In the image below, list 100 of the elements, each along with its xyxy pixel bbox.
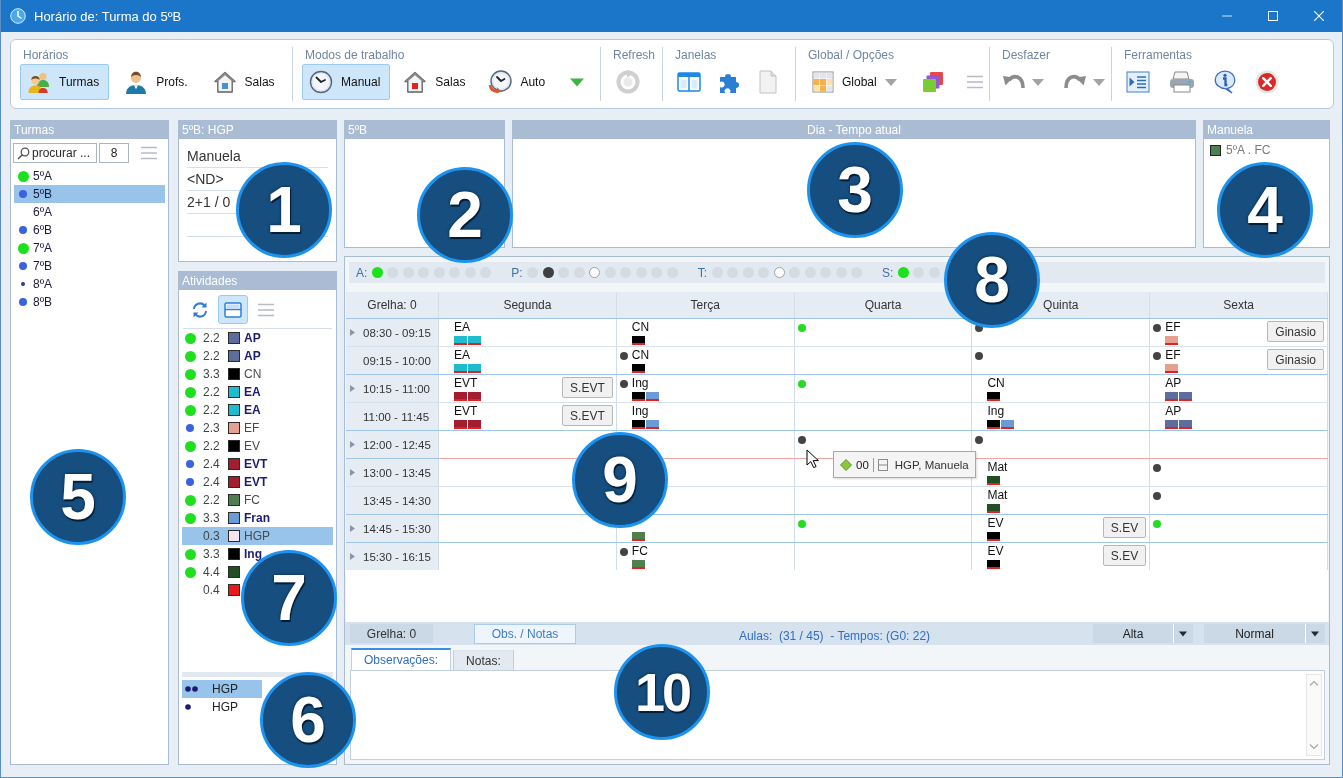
activity-name: AP <box>244 349 261 363</box>
class-list-item[interactable]: 7ºB <box>14 257 165 275</box>
auto-mode-button[interactable]: Auto <box>481 64 556 100</box>
rooms-mode-button[interactable]: Salas <box>396 64 476 100</box>
teachers-button[interactable]: Profs. <box>117 64 198 100</box>
scrollbar[interactable] <box>1306 674 1322 756</box>
class-list-item[interactable]: 8ºA <box>14 275 165 293</box>
activity-row[interactable]: 0.3 HGP <box>182 527 333 545</box>
time-label: 08:30 - 09:15 <box>363 326 431 339</box>
lesson-text: 5ºA . FC <box>1226 143 1271 157</box>
count-field[interactable]: 8 <box>99 143 129 163</box>
activity-row[interactable]: 2.2 FC <box>182 491 260 509</box>
activity-hours: 3.3 <box>203 367 221 381</box>
refresh-icon <box>615 69 641 95</box>
panel-view-button[interactable] <box>218 295 248 324</box>
dropdown[interactable]: Normal <box>1204 624 1325 643</box>
search-icon <box>17 146 30 160</box>
time-label: 15:30 - 16:15 <box>363 550 431 563</box>
activity-name: EA <box>244 403 261 417</box>
classes-button[interactable]: Turmas <box>20 64 110 100</box>
notes-tab[interactable]: Observações: <box>351 648 452 670</box>
occupancy-label: T: <box>697 265 708 280</box>
room-button[interactable]: S.EV <box>1102 545 1147 566</box>
room-button[interactable]: S.EV <box>1102 517 1147 538</box>
room-button[interactable]: Ginasio <box>1267 321 1324 342</box>
activity-name: EVT <box>244 475 268 489</box>
activity-row[interactable]: 2.4 EVT <box>182 455 268 473</box>
minimize-icon <box>1222 15 1232 17</box>
search-field[interactable]: procurar ... <box>13 143 97 163</box>
activity-name: EA <box>244 385 261 399</box>
activity-hours: 4.4 <box>203 565 221 579</box>
subject-label: EF <box>1165 321 1181 334</box>
activity-row[interactable]: 3.3 CN <box>182 365 262 383</box>
menu-icon[interactable] <box>140 146 158 160</box>
row-marker-icon <box>350 525 355 532</box>
notes-field[interactable] <box>350 670 1325 760</box>
occupancy-label: S: <box>882 265 894 280</box>
class-list-item[interactable]: 7ºA <box>14 239 165 257</box>
class-list-item[interactable]: 5ºA <box>14 167 165 185</box>
callout-badge: 4 <box>1217 162 1313 258</box>
activity-row[interactable]: 2.2 AP <box>182 329 261 347</box>
class-list-item[interactable]: 6ºA <box>14 203 165 221</box>
time-label: 09:15 - 10:00 <box>363 354 431 367</box>
activity-row[interactable]: 2.2 EA <box>182 383 261 401</box>
window-panes-icon <box>677 71 701 93</box>
panel-header: 5ºB <box>345 121 504 139</box>
info-text: 2+1 / 0 <box>187 194 231 210</box>
activity-row[interactable]: 2.4 EVT <box>182 473 268 491</box>
class-list-item[interactable]: 6ºB <box>14 221 165 239</box>
notes-button[interactable]: Obs. / Notas <box>474 623 576 644</box>
class-list-item[interactable]: 8ºB <box>14 293 165 311</box>
caret-icon <box>1092 78 1105 86</box>
group-title: Refresh <box>612 47 656 63</box>
subject-label: EV <box>987 517 1004 530</box>
grid-label: Grelha: 0 <box>367 298 417 312</box>
room-button[interactable]: S.EVT <box>562 377 613 398</box>
time-label: 12:00 - 12:45 <box>363 438 431 451</box>
room-button[interactable]: Ginasio <box>1267 349 1324 370</box>
subject-label: EA <box>454 321 470 334</box>
subject-label: EV <box>987 545 1004 558</box>
notes-tab[interactable]: Notas: <box>453 650 514 670</box>
lesson-summary: Aulas: (31 / 45) - Tempos: (G0: 22) <box>737 627 932 643</box>
caret-icon <box>570 77 585 87</box>
activity-row[interactable]: 2.3 EF <box>182 419 260 437</box>
group-title: Horários <box>22 47 69 63</box>
teacher-row[interactable]: HGP <box>182 698 242 716</box>
activity-row[interactable]: 2.2 AP <box>182 347 261 365</box>
activity-row[interactable]: 2.2 EV <box>182 437 260 455</box>
activity-row[interactable]: 4.4 <box>182 563 240 581</box>
dropdown[interactable]: Alta <box>1093 624 1193 643</box>
activity-row[interactable]: 3.3 Fran <box>182 509 270 527</box>
info-icon <box>1214 70 1236 94</box>
time-label: 13:45 - 14:30 <box>363 494 431 507</box>
row-marker-icon <box>350 441 355 448</box>
panel-header: Turmas <box>11 121 168 139</box>
page-icon <box>758 70 778 94</box>
activity-row[interactable]: 2.2 EA <box>182 401 261 419</box>
window-title: Horário de: Turma do 5ºB <box>34 8 182 24</box>
class-list-item[interactable]: 5ºB <box>14 185 165 203</box>
group-title: Desfazer <box>1001 47 1051 63</box>
activity-row[interactable]: 3.3 Ing <box>182 545 262 563</box>
subject-label: EVT <box>454 377 478 390</box>
callout-badge: 2 <box>417 167 513 263</box>
subject-label: FC <box>631 545 648 558</box>
panel-header: Manuela <box>1204 121 1329 139</box>
time-label: 10:15 - 11:00 <box>363 382 430 395</box>
manual-mode-button[interactable]: Manual <box>302 64 391 100</box>
activity-row[interactable]: 0.4 <box>182 581 240 599</box>
caret-icon <box>884 78 897 86</box>
rooms-button[interactable]: Salas <box>205 64 285 100</box>
row-marker-icon <box>350 385 355 392</box>
global-dropdown[interactable]: Global <box>805 64 907 100</box>
activity-name: FC <box>244 493 260 507</box>
mouse-cursor-icon <box>806 449 819 469</box>
activity-name: Ing <box>244 547 262 561</box>
callout-badge: 6 <box>260 672 356 768</box>
subject-label: Mat <box>987 461 1008 474</box>
teacher-row[interactable]: HGP <box>182 680 262 698</box>
room-button[interactable]: S.EVT <box>562 405 613 426</box>
subject-label: EVT <box>454 405 478 418</box>
